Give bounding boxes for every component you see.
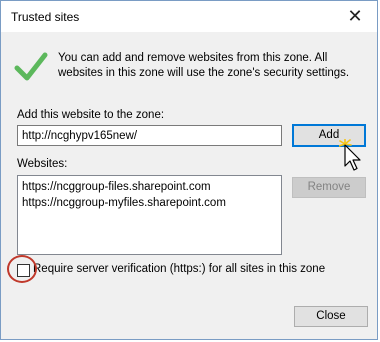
trusted-sites-dialog: Trusted sites ✕ You can add and remove w… bbox=[0, 0, 378, 340]
add-website-label: Add this website to the zone: bbox=[17, 109, 165, 121]
remove-button[interactable]: Remove bbox=[292, 177, 366, 198]
green-check-icon bbox=[14, 52, 48, 81]
window-title: Trusted sites bbox=[11, 10, 80, 24]
require-verification-label[interactable]: Require server verification (https:) for… bbox=[33, 263, 325, 275]
zone-info-text: You can add and remove websites from thi… bbox=[58, 52, 350, 79]
mouse-pointer-icon bbox=[339, 139, 361, 171]
close-window-icon[interactable]: ✕ bbox=[343, 4, 367, 28]
add-website-input[interactable] bbox=[17, 125, 282, 146]
list-item[interactable]: https://ncggroup-files.sharepoint.com bbox=[22, 179, 277, 195]
list-item[interactable]: https://ncggroup-myfiles.sharepoint.com bbox=[22, 195, 277, 211]
close-button[interactable]: Close bbox=[294, 306, 368, 327]
websites-list[interactable]: https://ncggroup-files.sharepoint.com ht… bbox=[17, 175, 282, 255]
title-bar: Trusted sites ✕ bbox=[1, 1, 377, 32]
highlight-circle bbox=[7, 255, 37, 283]
websites-label: Websites: bbox=[17, 158, 68, 170]
